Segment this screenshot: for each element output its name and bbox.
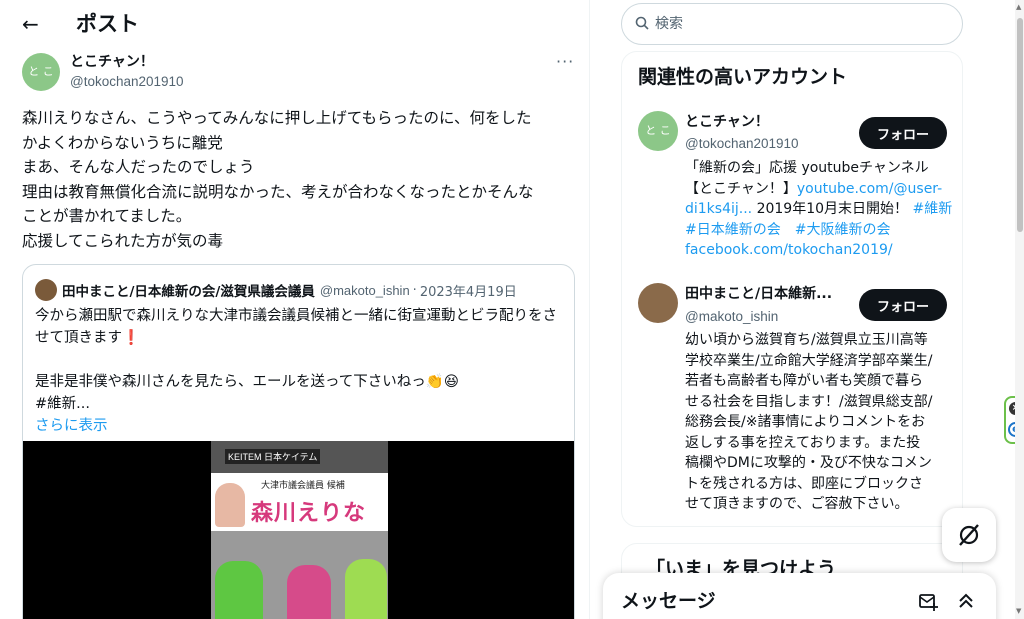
exclamation-icon: ❗: [122, 330, 141, 346]
more-options-icon[interactable]: ···: [556, 52, 574, 71]
bio-line: 若者も高齢者も障がい者も笑顔で暮ら: [685, 373, 923, 389]
bio-line: 総務会長/※諸事情によりコメントをお: [685, 414, 926, 430]
bio-line: トを残される方は、即座にブロックさ: [685, 475, 923, 492]
grok-slash-icon: [959, 524, 979, 546]
bio-hashtag[interactable]: #維新: [912, 201, 952, 217]
quoted-line: 今から瀬田駅で森川えりな大津市議会議員候補と一緒に街宣運動とビラ配りをさ: [35, 308, 557, 324]
campaign-photo: KEITEM 日本ケイテム 大津市議会議員 候補 森川えりな: [211, 441, 388, 619]
follow-button[interactable]: フォロー: [859, 117, 947, 149]
bio-line: 【とこチャン！】youtube.com/@user-: [685, 179, 949, 200]
bio-line: di1ks4ij... 2019年10月末日開始！ #維新: [685, 199, 952, 220]
quoted-tweet-header: 田中まこと/日本維新の会/滋賀県議会議員 @makoto_ishin · 202…: [35, 279, 517, 301]
bio-line: 幼い頃から滋賀育ち/滋賀県立玉川高等: [685, 332, 928, 348]
bio-line: 稿欄やDMに攻撃的・及び不快なコメン: [685, 455, 932, 471]
bio-text: 2019年10月末日開始！: [752, 201, 913, 217]
quoted-media[interactable]: KEITEM 日本ケイテム 大津市議会議員 候補 森川えりな: [23, 441, 574, 619]
new-message-icon[interactable]: [917, 590, 939, 612]
quoted-date[interactable]: 2023年4月19日: [420, 281, 517, 300]
banner-subtitle: 大津市議会議員 候補: [261, 481, 345, 491]
messages-drawer[interactable]: メッセージ: [603, 573, 996, 619]
bio-line: せる社会を目指します！/滋賀県総支部/: [685, 393, 933, 410]
bio-link[interactable]: di1ks4ij...: [685, 201, 752, 217]
bio-hashtags[interactable]: #日本維新の会 #大阪維新の会: [685, 220, 949, 241]
bio-link[interactable]: youtube.com/@user-: [797, 181, 942, 197]
bio-line: 「維新の会」応援 youtubeチャンネル: [685, 160, 929, 176]
quoted-line: 是非是非僕や森川さんを見たら、エールを送って下さいねっ👏😆: [35, 374, 459, 390]
tweet-line: ことが書かれてました。: [22, 207, 192, 225]
quoted-author-handle[interactable]: @makoto_ishin: [320, 283, 410, 298]
person-figure: [215, 561, 263, 619]
bio-text: 【とこチャン！】: [685, 180, 797, 197]
arrow-left-icon[interactable]: ←: [22, 12, 39, 36]
follow-button[interactable]: フォロー: [859, 289, 947, 321]
tweet-line: 応援してこられた方が気の毒: [22, 231, 224, 250]
bio-line: せて頂きますので、ご容赦下さい。: [685, 496, 909, 512]
page-header: ← ポスト: [0, 0, 589, 50]
show-more-link[interactable]: さらに表示: [35, 415, 565, 437]
avatar[interactable]: と こ: [638, 111, 678, 151]
search-icon: [635, 16, 649, 30]
relevant-accounts-panel: 関連性の高いアカウント と こ とこチャン！ @tokochan201910 フ…: [621, 51, 963, 527]
tweet-line: 理由は教育無償化合流に説明なかった、考えが合わなくなったとかそんな: [22, 182, 534, 201]
store-sign: KEITEM 日本ケイテム: [225, 449, 321, 464]
account-bio: 幼い頃から滋賀育ち/滋賀県立玉川高等 学校卒業生/立命館大学経済学部卒業生/ 若…: [685, 330, 949, 515]
grok-button[interactable]: [942, 508, 996, 562]
account-name[interactable]: 田中まこと/日本維新...: [685, 285, 832, 303]
author-handle[interactable]: @tokochan201910: [70, 73, 184, 91]
avatar-text: と こ: [645, 124, 671, 137]
account-name[interactable]: とこチャン！: [685, 113, 769, 131]
quoted-line: せて頂きます❗: [35, 327, 565, 349]
tweet-line: まあ、そんな人だったのでしょう: [22, 158, 255, 176]
quoted-author-name[interactable]: 田中まこと/日本維新の会/滋賀県議会議員: [62, 280, 315, 300]
tweet-line: 森川えりなさん、こうやってみんなに押し上げてもらったのに、何をした: [22, 109, 532, 127]
panel-title: 関連性の高いアカウント: [638, 66, 848, 88]
person-figure: [287, 565, 331, 619]
bio-line: 学校卒業生/立命館大学経済学部卒業生/: [685, 352, 933, 369]
quoted-text: 今から瀬田駅で森川えりな大津市議会議員候補と一緒に街宣運動とビラ配りをさ せて頂…: [35, 305, 565, 437]
scroll-up-icon[interactable]: ▲: [1016, 3, 1021, 11]
scrollbar[interactable]: ▲ ▼: [1015, 0, 1024, 619]
banner-portrait: [215, 483, 245, 527]
avatar-text: と こ: [28, 65, 54, 78]
primary-column: ← ポスト と こ とこチャン！ @tokochan201910 ··· 森川え…: [0, 0, 590, 619]
person-figure: [345, 559, 387, 619]
search-input[interactable]: 検索: [621, 3, 963, 45]
account-bio: 「維新の会」応援 youtubeチャンネル 【とこチャン！】youtube.co…: [685, 158, 952, 261]
chevron-up-icon[interactable]: [955, 590, 977, 612]
tweet-text: 森川えりなさん、こうやってみんなに押し上げてもらったのに、何をした かよくわから…: [22, 106, 578, 253]
banner-name: 森川えりな: [251, 501, 367, 526]
avatar[interactable]: と こ: [22, 53, 60, 91]
scroll-down-icon[interactable]: ▼: [1016, 607, 1021, 615]
account-handle[interactable]: @tokochan201910: [685, 135, 799, 153]
separator: ·: [412, 282, 417, 298]
author-name[interactable]: とこチャン！: [70, 53, 154, 71]
page-title: ポスト: [76, 12, 139, 36]
bio-line: 返しする事を控えております。また投: [685, 434, 921, 451]
tweet-line: かよくわからないうちに離党: [22, 133, 223, 152]
search-placeholder: 検索: [655, 16, 683, 32]
quoted-tweet-card[interactable]: 田中まこと/日本維新の会/滋賀県議会議員 @makoto_ishin · 202…: [22, 264, 575, 619]
scrollbar-thumb[interactable]: [1017, 18, 1023, 232]
quoted-hashtag[interactable]: #維新...: [35, 393, 565, 415]
quoted-avatar[interactable]: [35, 279, 57, 301]
avatar[interactable]: [638, 283, 678, 323]
bio-link[interactable]: facebook.com/tokochan2019/: [685, 240, 949, 261]
account-handle[interactable]: @makoto_ishin: [685, 308, 778, 326]
quoted-line-text: せて頂きます: [35, 330, 122, 346]
messages-title: メッセージ: [621, 590, 716, 612]
